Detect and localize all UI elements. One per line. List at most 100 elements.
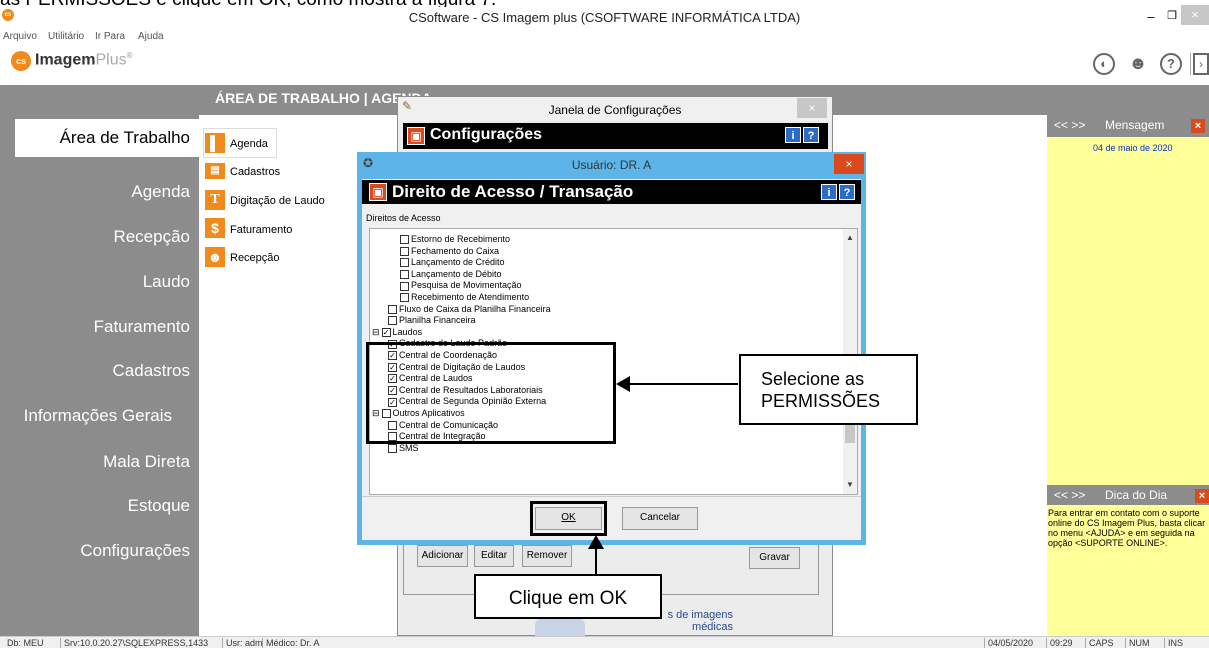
sidebar-item-agenda[interactable]: Agenda [0, 182, 190, 202]
tree-item-label: Planilha Financeira [399, 315, 476, 326]
tree-checkbox[interactable] [400, 281, 409, 291]
sidebar-item-faturamento[interactable]: Faturamento [0, 317, 190, 337]
message-close-icon[interactable]: × [1191, 119, 1205, 133]
tree-item[interactable]: ⊟ ✓ Laudos [372, 327, 422, 338]
ok-arrow [595, 546, 597, 575]
right-panel-header [1047, 85, 1209, 115]
app-digitacao-de-laudo[interactable]: Digitação de Laudo [230, 195, 325, 207]
menu-utilitario[interactable]: Utilitário [48, 31, 84, 42]
support-icon[interactable]: ◐ [1093, 53, 1115, 75]
config-info-icon[interactable]: i [785, 127, 801, 143]
sidebar-item-configuracoes[interactable]: Configurações [0, 541, 190, 561]
expand-icon[interactable]: ⊟ [372, 327, 380, 337]
tree-item[interactable]: Pesquisa de Movimentação [400, 280, 522, 291]
exit-icon[interactable]: › [1193, 53, 1209, 75]
tree-item[interactable]: Fluxo de Caixa da Planilha Financeira [388, 304, 551, 315]
status-ins: INS [1164, 638, 1183, 648]
tree-item-label: Fechamento do Caixa [411, 245, 500, 256]
tree-item-label: Recebimento de Atendimento [411, 292, 530, 302]
menu-ir-para[interactable]: Ir Para [95, 31, 125, 42]
access-help-icon[interactable]: ? [839, 184, 855, 200]
status-date: 04/05/2020 [984, 638, 1033, 648]
app-recepcao[interactable]: Recepção [230, 252, 280, 264]
tip-nav[interactable]: << >> [1054, 488, 1085, 502]
config-close-button[interactable]: × [797, 98, 827, 118]
tree-item[interactable]: Recebimento de Atendimento [400, 292, 529, 303]
tree-item[interactable]: Planilha Financeira [388, 315, 476, 326]
status-user: Usr: adm [222, 638, 263, 648]
sidebar-item-recepcao[interactable]: Recepção [0, 227, 190, 247]
tree-item-label: Fluxo de Caixa da Planilha Financeira [399, 303, 551, 314]
header [0, 46, 1209, 84]
tree-checkbox[interactable] [388, 316, 397, 326]
user-icon[interactable]: ☻ [1127, 53, 1149, 75]
app-cadastros[interactable]: Cadastros [230, 166, 280, 178]
user-window-title: Usuário: DR. A [571, 158, 652, 172]
tree-item[interactable]: Fechamento do Caixa [400, 246, 499, 257]
tree-item[interactable]: SMS [388, 443, 419, 454]
access-info-icon[interactable]: i [821, 184, 837, 200]
help-icon[interactable]: ? [1160, 53, 1182, 75]
tip-text: Para entrar em contato com o suporte onl… [1048, 508, 1206, 548]
sidebar-item-mala-direta[interactable]: Mala Direta [0, 452, 190, 472]
access-heading-icon: ▣ [369, 183, 387, 201]
user-window-footer [362, 496, 861, 540]
tree-item[interactable]: Lançamento de Débito [400, 269, 502, 280]
wrench-icon: ✎ [402, 99, 413, 113]
edit-button[interactable]: Editar [474, 545, 514, 567]
reception-icon[interactable]: ☻ [205, 247, 225, 267]
status-num: NUM [1125, 638, 1150, 648]
maximize-button[interactable]: ❐ [1163, 9, 1181, 25]
sidebar-item-cadastros[interactable]: Cadastros [0, 361, 190, 381]
cadastros-icon[interactable]: ▤ [205, 163, 225, 179]
tree-checkbox[interactable] [400, 269, 409, 279]
app-faturamento[interactable]: Faturamento [230, 224, 292, 236]
sidebar-item-estoque[interactable]: Estoque [0, 496, 190, 516]
tree-checkbox[interactable]: ✓ [381, 327, 391, 337]
app-agenda[interactable]: Agenda [230, 138, 268, 150]
sidebar-item-laudo[interactable]: Laudo [0, 272, 190, 292]
scroll-up-icon[interactable]: ▲ [846, 233, 854, 242]
save-button[interactable]: Gravar [749, 547, 800, 569]
tree-item-label: Laudos [392, 326, 423, 337]
tree-checkbox[interactable] [388, 304, 397, 314]
right-panel [1047, 115, 1209, 636]
tree-item-label: SMS [399, 442, 419, 453]
tree-item-label: Lançamento de Débito [411, 268, 502, 279]
close-button[interactable]: × [1181, 5, 1209, 25]
brand-name: ImagemPlus® [35, 51, 133, 69]
tip-close-icon[interactable]: × [1195, 489, 1209, 503]
config-heading: Configurações [430, 126, 543, 143]
agenda-icon[interactable]: ▌ [205, 133, 225, 153]
sidebar-item-informacoes-gerais[interactable]: Informações Gerais [0, 406, 172, 426]
menu-ajuda[interactable]: Ajuda [138, 31, 164, 42]
tree-checkbox[interactable] [388, 443, 397, 453]
permissions-arrowhead-icon [616, 376, 630, 392]
tree-checkbox[interactable] [400, 246, 409, 256]
tree-item[interactable]: Estorno de Recebimento [400, 234, 510, 245]
message-title: Mensagem [1105, 118, 1165, 132]
divider [1190, 53, 1191, 75]
add-button[interactable]: Adicionar [417, 545, 468, 567]
access-heading: Direito de Acesso / Transação [392, 182, 634, 201]
remove-button[interactable]: Remover [522, 545, 572, 567]
config-help-icon[interactable]: ? [803, 127, 819, 143]
tree-checkbox[interactable] [400, 258, 409, 268]
dollar-icon[interactable]: $ [205, 218, 225, 238]
window-title: CSoftware - CS Imagem plus (CSOFTWARE IN… [408, 10, 801, 25]
scroll-down-icon[interactable]: ▼ [846, 480, 854, 489]
text-icon[interactable]: T [205, 190, 225, 210]
access-section-label: Direitos de Acesso [366, 213, 441, 223]
cancel-button[interactable]: Cancelar [622, 507, 698, 530]
tree-checkbox[interactable] [400, 293, 409, 303]
logo-text: s de imagens médicas [667, 609, 733, 633]
menu-arquivo[interactable]: Arquivo [3, 31, 37, 42]
user-close-button[interactable]: × [834, 154, 864, 174]
tree-item[interactable]: Lançamento de Crédito [400, 257, 505, 268]
tree-checkbox[interactable] [400, 235, 409, 245]
status-doctor: Médico: Dr. A [262, 638, 320, 648]
minimize-button[interactable]: – [1142, 9, 1160, 25]
message-nav[interactable]: << >> [1054, 118, 1085, 132]
sidebar-item-area-de-trabalho[interactable]: Área de Trabalho [0, 128, 190, 148]
permissions-arrow [628, 383, 738, 385]
